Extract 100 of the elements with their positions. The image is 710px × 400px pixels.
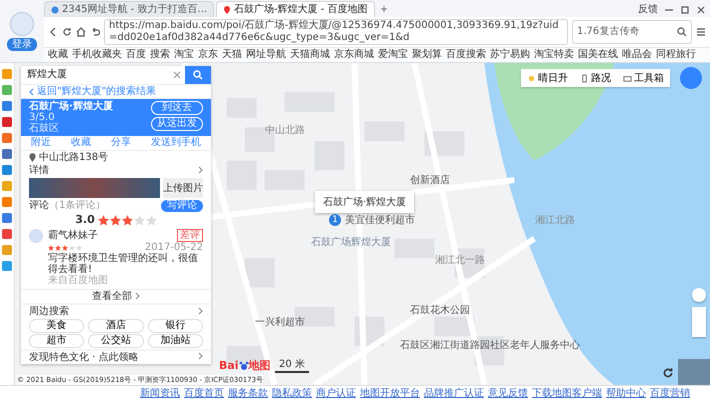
- footer-link[interactable]: 隐私政策: [272, 386, 312, 400]
- undo-icon[interactable]: [90, 27, 100, 37]
- category-chip[interactable]: 银行: [148, 319, 203, 333]
- review-text: 写字楼环境卫生管理的还叫，很值得去看看!: [48, 253, 199, 276]
- star-icon: [110, 214, 121, 226]
- footer-link[interactable]: 百度营销: [650, 386, 690, 400]
- road-label: 中山北路: [265, 124, 305, 137]
- bookmark-link[interactable]: 爱淘宝: [378, 49, 408, 61]
- bookmark-link[interactable]: 淘宝: [174, 49, 194, 61]
- bookmark-link[interactable]: 苏宁易购: [490, 49, 530, 61]
- bookmark-link[interactable]: 百度搜索: [446, 49, 486, 61]
- back-link[interactable]: 返回"辉煌大厦"的搜索结果: [37, 86, 156, 98]
- close-icon[interactable]: [696, 4, 706, 14]
- action-link[interactable]: 收藏: [71, 137, 91, 149]
- browser-tab[interactable]: 石鼓广场-辉煌大厦 - 百度地图: [216, 1, 375, 17]
- action-link[interactable]: 附近: [31, 137, 51, 149]
- place-district: 石鼓区: [29, 123, 60, 134]
- view-all-link[interactable]: 查看全部: [92, 290, 132, 302]
- map-area-label: 石鼓广场辉煌大厦: [311, 236, 391, 249]
- restore-icon[interactable]: [680, 4, 690, 14]
- place-popup: 石鼓广场·辉煌大厦: [315, 191, 414, 213]
- review-source: 来自百度地图: [48, 275, 109, 287]
- sun-icon: [527, 74, 536, 82]
- category-chip[interactable]: 酒店: [88, 319, 144, 333]
- footer-link[interactable]: 帮助中心: [606, 386, 646, 400]
- action-link[interactable]: 发送到手机: [151, 137, 201, 149]
- search-field[interactable]: 1.76复古传奇: [572, 20, 692, 44]
- bookmark-link[interactable]: 网址导航: [246, 49, 286, 61]
- discover-link[interactable]: 发现特色文化 · 点此领略: [29, 352, 139, 364]
- refresh-icon[interactable]: [662, 367, 674, 379]
- map-control[interactable]: 晴日升: [521, 69, 574, 87]
- bookmark-link[interactable]: 同程旅行: [656, 49, 696, 61]
- map-control[interactable]: 路况: [574, 69, 617, 87]
- star-icon: [146, 214, 157, 226]
- category-chip[interactable]: 超市: [29, 334, 84, 348]
- bookmark-link[interactable]: 收藏: [48, 49, 68, 61]
- back-icon[interactable]: [48, 27, 58, 37]
- footer-link[interactable]: 服务条款: [228, 386, 268, 400]
- back-chevron-icon[interactable]: [29, 88, 34, 96]
- bookmark-link[interactable]: 京东: [198, 49, 218, 61]
- bookmark-link[interactable]: 天猫: [222, 49, 242, 61]
- road-label: 湘江北路: [535, 214, 575, 227]
- action-link[interactable]: 分享: [111, 137, 131, 149]
- pin-icon: [29, 152, 36, 162]
- comments-label: 评论（1条评论）: [29, 200, 106, 212]
- bookmark-link[interactable]: 京东商城: [334, 49, 374, 61]
- login-button[interactable]: 登录: [7, 38, 37, 50]
- star-icon: [122, 214, 133, 226]
- footer-link[interactable]: 品牌推广认证: [424, 386, 484, 400]
- rating-score: 3.0: [75, 214, 95, 226]
- search-button[interactable]: [185, 66, 211, 84]
- toolbox-icon: [623, 74, 632, 82]
- bookmark-link[interactable]: 百度: [126, 49, 146, 61]
- write-review-button[interactable]: 写评论: [161, 200, 203, 212]
- avatar-icon: [29, 229, 43, 244]
- footer-link[interactable]: 新闻资讯: [140, 386, 180, 400]
- footer-link[interactable]: 意见反馈: [488, 386, 528, 400]
- poi-label: 一兴利超市: [255, 316, 305, 329]
- bookmark-link[interactable]: 手机收藏夹: [72, 49, 122, 61]
- avatar-icon[interactable]: [10, 12, 34, 36]
- map-logo: Bai 地图: [219, 358, 271, 373]
- reload-icon[interactable]: [62, 27, 72, 37]
- browser-tab[interactable]: 2345网址导航 - 致力于打造百...: [44, 1, 214, 17]
- menu-icon[interactable]: [696, 27, 706, 37]
- bookmark-link[interactable]: 聚划算: [412, 49, 442, 61]
- search-field[interactable]: 辉煌大厦: [21, 66, 169, 84]
- category-chip[interactable]: 美食: [29, 319, 84, 333]
- route-button[interactable]: 从这出发: [151, 117, 203, 132]
- chevron-icon: [198, 307, 203, 316]
- place-score: 3/5.0: [29, 112, 55, 124]
- poi-label: 美宜佳便利超市: [345, 214, 415, 227]
- route-button[interactable]: 到这去: [151, 101, 203, 116]
- footer-link[interactable]: 商户认证: [316, 386, 356, 400]
- category-chip[interactable]: 加油站: [148, 334, 203, 348]
- search-icon[interactable]: [677, 27, 687, 37]
- street-view-thumbnail[interactable]: [678, 359, 710, 385]
- feedback-link[interactable]: 反馈: [638, 2, 662, 17]
- bookmark-link[interactable]: 天猫商城: [290, 49, 330, 61]
- bookmark-link[interactable]: 国美在线: [578, 49, 618, 61]
- details-link[interactable]: 详情: [29, 164, 49, 176]
- chevron-icon: [198, 352, 203, 360]
- upload-button[interactable]: 上传图片: [163, 178, 203, 198]
- phone-icon: [580, 74, 589, 82]
- bookmark-link[interactable]: 搜索: [150, 49, 170, 61]
- search-icon: [193, 70, 203, 80]
- footer-link[interactable]: 地图开放平台: [360, 386, 420, 400]
- building-block: [244, 258, 275, 288]
- address-text: 中山北路138号: [39, 152, 108, 163]
- home-icon[interactable]: [76, 27, 86, 37]
- bookmark-link[interactable]: 淘宝特卖: [534, 49, 574, 61]
- nearby-title: 周边搜索: [29, 306, 69, 317]
- bookmark-link[interactable]: 唯品会: [622, 49, 652, 61]
- new-tab-button[interactable]: +: [376, 2, 392, 17]
- map-control[interactable]: 工具箱: [617, 69, 670, 87]
- review-date: 2017-05-22: [144, 242, 203, 254]
- star-icon: [134, 214, 145, 226]
- footer-link[interactable]: 百度首页: [184, 386, 224, 400]
- footer-link[interactable]: 下载地图客户端: [532, 386, 602, 400]
- category-chip[interactable]: 公交站: [88, 334, 144, 348]
- address-bar[interactable]: https://map.baidu.com/poi/石鼓广场-辉煌大厦/@12536974.475000001,3093369.91,19z?uid=dd020e1af0d382a44d776e6c&ugc_type=3&ugc_ver=1&d: [104, 19, 568, 45]
